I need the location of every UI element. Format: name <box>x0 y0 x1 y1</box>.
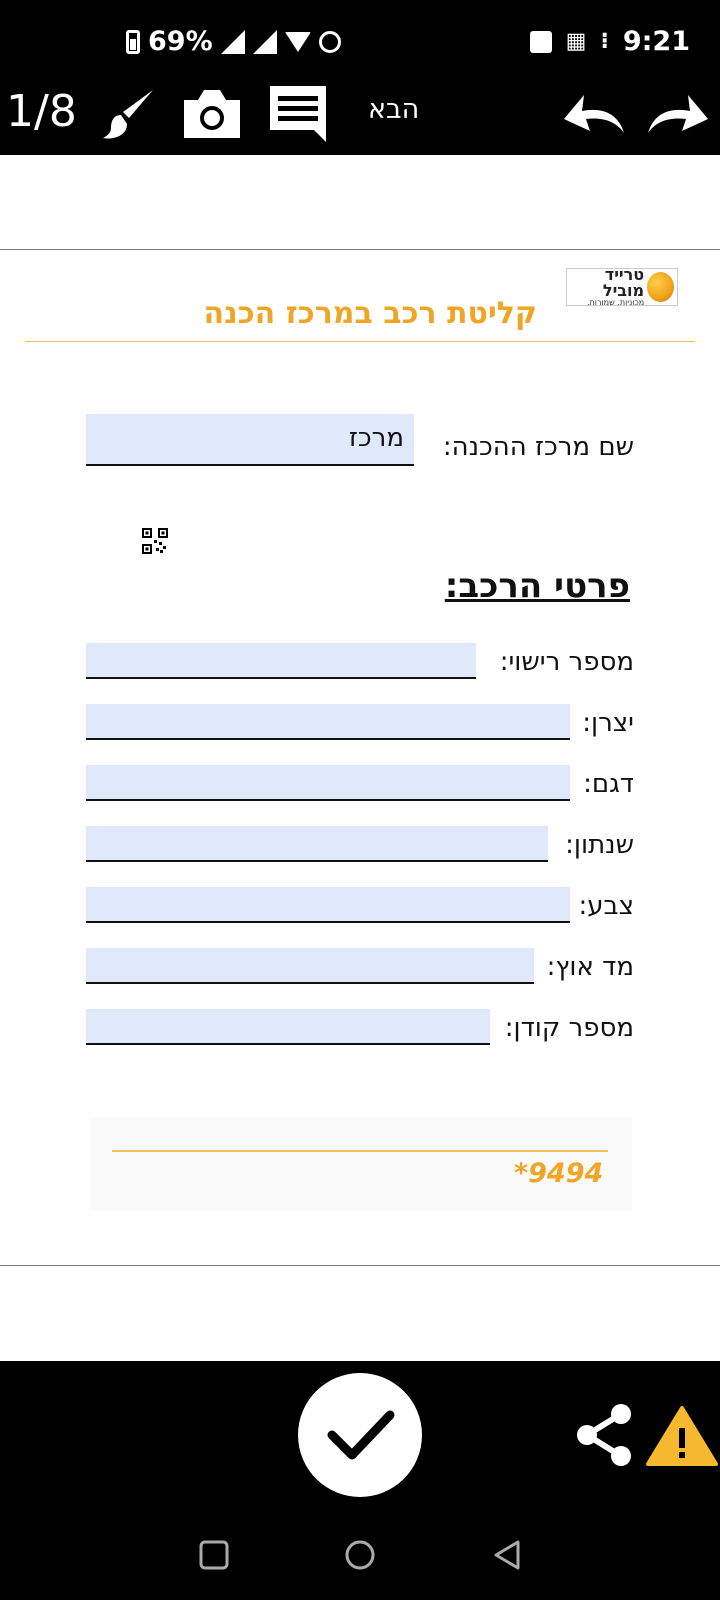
footer-phone-code: *9494 <box>514 1158 604 1189</box>
manufacturer-field[interactable] <box>86 704 570 740</box>
document-toolbar: 1/8 הבא <box>0 76 720 146</box>
odometer-field[interactable] <box>86 948 534 984</box>
battery-icon <box>126 29 140 54</box>
color-row: צבע: <box>86 887 635 927</box>
home-icon[interactable] <box>343 1538 377 1572</box>
wifi-icon <box>284 31 311 52</box>
brand-logo: טרייד מוביל מכוניות. שמורות. <box>566 267 678 307</box>
model-row: דגם: <box>86 765 634 805</box>
license-number-label: מספר רישוי: <box>499 647 634 677</box>
status-bar-right: ▦ ⁝ 9:21 <box>529 26 690 57</box>
warning-button[interactable] <box>646 1404 718 1468</box>
logo-ball-icon <box>647 272 674 302</box>
alarm-icon <box>318 30 341 53</box>
recents-icon[interactable] <box>197 1538 231 1572</box>
code-number-row: מספר קודן: <box>86 1009 634 1049</box>
model-field[interactable] <box>86 765 570 801</box>
camera-icon[interactable] <box>180 84 244 144</box>
app-notification-icon: ▦ <box>565 29 587 54</box>
code-number-field[interactable] <box>86 1009 490 1045</box>
color-label: צבע: <box>578 891 635 921</box>
logo-tagline: מכוניות. שמורות. <box>586 298 645 307</box>
qr-code-icon <box>142 528 168 554</box>
center-name-label: שם מרכז ההכנה: <box>442 432 634 462</box>
redo-icon[interactable] <box>644 84 710 144</box>
model-label: דגם: <box>583 769 634 799</box>
warning-icon <box>646 1406 718 1466</box>
logo-text: טרייד מוביל מכוניות. שמורות. <box>567 267 644 307</box>
clock-time: 9:21 <box>622 26 690 57</box>
page-top-border <box>0 249 720 250</box>
brush-icon[interactable] <box>98 84 160 144</box>
top-bar: 69% ▦ ⁝ 9:21 1/8 הבא <box>0 0 720 155</box>
manufacturer-label: יצרן: <box>582 708 634 738</box>
page-bottom-border <box>0 1265 720 1266</box>
battery-percent: 69% <box>148 26 213 57</box>
license-number-row: מספר רישוי: <box>86 643 634 683</box>
next-link[interactable]: הבא <box>368 94 419 125</box>
logo-name: טרייד מוביל <box>602 265 645 300</box>
footer-divider <box>112 1150 608 1152</box>
notification-icon <box>529 30 552 53</box>
manufacturer-row: יצרן: <box>86 704 634 744</box>
signal-icon <box>220 29 245 54</box>
confirm-button[interactable] <box>298 1373 422 1497</box>
back-icon[interactable] <box>490 1538 524 1572</box>
odometer-row: מד אוץ: <box>86 948 634 988</box>
share-icon <box>577 1404 631 1466</box>
license-number-field[interactable] <box>86 643 476 679</box>
title-divider <box>25 341 695 342</box>
vehicle-details-heading: פרטי הרכב: <box>444 566 630 606</box>
odometer-label: מד אוץ: <box>546 952 634 982</box>
color-field[interactable] <box>86 887 570 923</box>
status-bar-left: 69% <box>126 26 341 57</box>
year-field[interactable] <box>86 826 548 862</box>
comment-icon[interactable] <box>266 84 330 144</box>
year-label: שנתון: <box>565 830 634 860</box>
center-name-row: שם מרכז ההכנה: מרכז <box>86 414 634 468</box>
steps-icon: ⁝ <box>600 29 609 54</box>
share-button[interactable] <box>573 1402 635 1468</box>
code-number-label: מספר קודן: <box>504 1013 634 1043</box>
checkmark-icon <box>327 1410 395 1460</box>
signal-icon-2 <box>252 29 277 54</box>
undo-icon[interactable] <box>562 84 628 144</box>
year-row: שנתון: <box>86 826 634 866</box>
page-indicator: 1/8 <box>6 86 77 137</box>
document-title: קליטת רכב במרכז הכנה <box>203 296 537 331</box>
center-name-field[interactable]: מרכז <box>86 414 414 466</box>
